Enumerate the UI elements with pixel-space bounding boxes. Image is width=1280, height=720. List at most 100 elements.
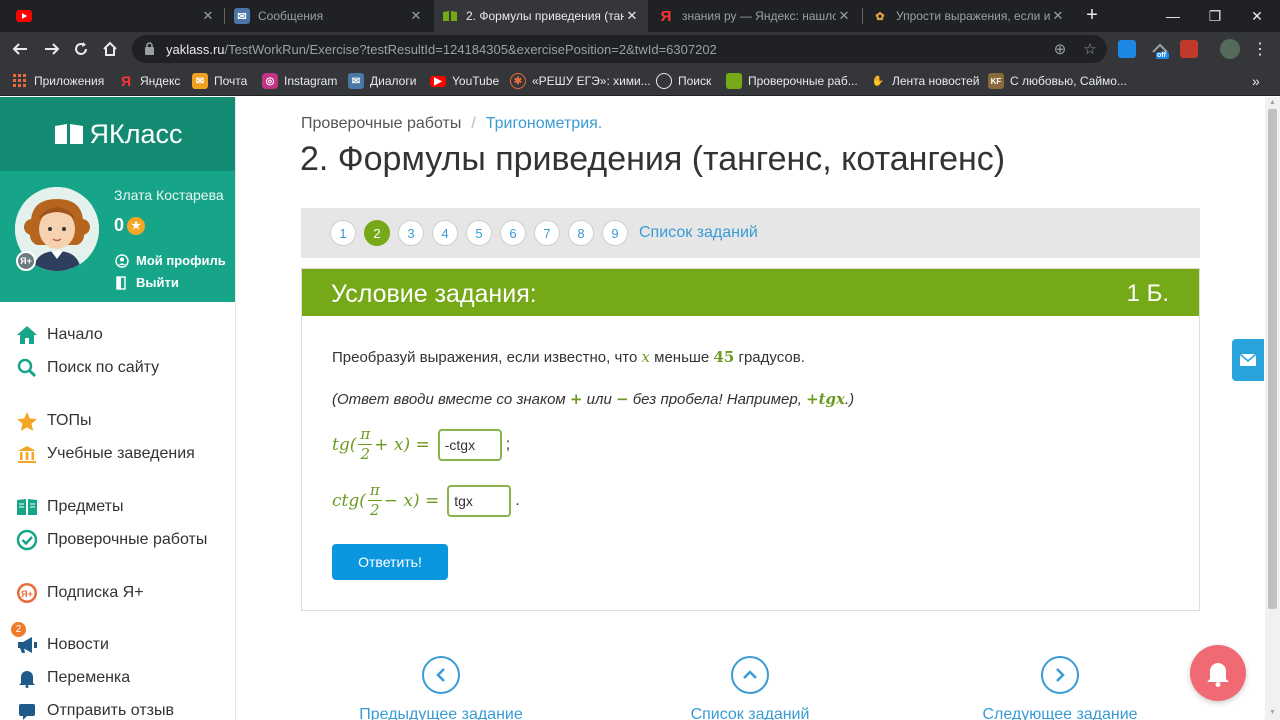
page-button-1[interactable]: 1 (330, 220, 356, 246)
tab-close-icon[interactable]: ✕ (200, 8, 216, 24)
page-scrollbar[interactable]: ▲ ▼ (1265, 97, 1280, 720)
bookmark-news[interactable]: ✋ Лента новостей (870, 71, 980, 91)
bookmark-tests[interactable]: Проверочные раб... (726, 71, 858, 91)
vpn-extension-icon[interactable]: off (1150, 40, 1169, 59)
page-button-7[interactable]: 7 (534, 220, 560, 246)
home-icon[interactable] (98, 37, 122, 61)
page-button-2-current[interactable]: 2 (364, 220, 390, 246)
next-task-nav[interactable]: Следующее задание (982, 656, 1138, 720)
znanija-favicon-icon: ✿ (875, 10, 885, 23)
answer-input-1[interactable] (437, 428, 502, 461)
task-list-nav[interactable]: Список заданий (690, 656, 810, 720)
bookmark-yandex[interactable]: Я Яндекс (118, 71, 180, 91)
page-title: 2. Формулы приведения (тангенс, котанген… (300, 140, 1006, 178)
reload-icon[interactable] (69, 37, 93, 61)
profile-avatar-icon[interactable] (1220, 39, 1240, 59)
sidebar-item-search[interactable]: Поиск по сайту (16, 356, 159, 380)
fraction: π 2 (358, 427, 373, 462)
sidebar-item-break[interactable]: Переменка (16, 666, 130, 690)
logout-link[interactable]: Выйти (114, 275, 179, 290)
bookmark-search[interactable]: Поиск (656, 71, 711, 91)
notifications-bell-button[interactable] (1190, 645, 1246, 701)
bookmark-mail[interactable]: ✉ Почта (192, 71, 247, 91)
tab-close-icon[interactable]: ✕ (624, 8, 640, 24)
fraction-denominator: 2 (370, 501, 380, 519)
star-icon (16, 410, 38, 432)
hint-text: без пробела! Например, (628, 391, 807, 408)
extension-photo-icon[interactable] (1180, 40, 1198, 58)
page-button-4[interactable]: 4 (432, 220, 458, 246)
envelope-icon (1239, 353, 1257, 366)
tab-close-icon[interactable]: ✕ (1050, 8, 1066, 24)
bookmark-dialogs[interactable]: ✉ Диалоги (348, 71, 416, 91)
page-button-8[interactable]: 8 (568, 220, 594, 246)
scrollbar-thumb[interactable] (1268, 109, 1277, 609)
tab-close-icon[interactable]: ✕ (836, 8, 852, 24)
tab-yandex[interactable]: Я знания ру — Яндекс: нашлос ✕ (650, 0, 860, 32)
breadcrumb-current[interactable]: Тригонометрия. (486, 115, 602, 133)
vk-messages-favicon-icon: ✉ (234, 8, 250, 24)
tab-title: Сообщения (258, 9, 324, 23)
tab-close-icon[interactable]: ✕ (408, 8, 424, 24)
scroll-up-arrow-icon[interactable]: ▲ (1268, 99, 1277, 107)
bookmark-reshu-ege[interactable]: ✱ «РЕШУ ЕГЭ»: хими... (510, 71, 651, 91)
browser-toolbar: yaklass.ru/TestWorkRun/Exercise?testResu… (0, 32, 1280, 66)
page-button-9[interactable]: 9 (602, 220, 628, 246)
my-profile-link[interactable]: Мой профиль (114, 253, 226, 268)
bookmark-apps[interactable]: Приложения (12, 71, 104, 91)
bell-icon (1207, 663, 1229, 687)
previous-task-nav[interactable]: Предыдущее задание (359, 656, 523, 720)
megaphone-icon (16, 634, 38, 656)
bookmark-label: Проверочные раб... (748, 74, 858, 88)
bookmark-star-icon[interactable]: ☆ (1080, 40, 1100, 60)
youtube-favicon-icon (16, 8, 32, 24)
sidebar-item-home[interactable]: Начало (16, 323, 103, 347)
sidebar-item-label: Отправить отзыв (47, 702, 174, 719)
close-window-icon[interactable]: ✕ (1234, 0, 1280, 32)
feedback-mail-button[interactable] (1232, 339, 1264, 381)
sidebar-item-feedback[interactable]: Отправить отзыв (16, 699, 174, 720)
forward-arrow-icon[interactable] (40, 37, 64, 61)
bookmark-instagram[interactable]: ◎ Instagram (262, 71, 337, 91)
chevron-up-icon (731, 656, 769, 694)
restore-window-icon[interactable]: ❐ (1192, 0, 1238, 32)
task-statement: Преобразуй выражения, если известно, что… (332, 348, 805, 366)
logo[interactable]: ЯКласс (0, 97, 235, 171)
task-list-link[interactable]: Список заданий (639, 224, 758, 242)
tab-znanija[interactable]: ✿ Упрости выражения, если из ✕ (864, 0, 1074, 32)
more-bookmarks-icon[interactable]: » (1252, 71, 1260, 91)
youtube-icon: ▶ (430, 75, 446, 87)
back-arrow-icon[interactable] (8, 37, 32, 61)
new-tab-icon[interactable]: + (1082, 4, 1102, 28)
points-value: 0 (114, 215, 125, 235)
yandex-icon: Я (120, 73, 132, 89)
page-button-6[interactable]: 6 (500, 220, 526, 246)
tab-messages[interactable]: ✉ Сообщения ✕ (226, 0, 432, 32)
reshu-ege-icon: ✱ (510, 73, 526, 89)
page-button-3[interactable]: 3 (398, 220, 424, 246)
sidebar-item-tests[interactable]: Проверочные работы (16, 528, 207, 552)
sidebar-item-subscription[interactable]: Я+ Подписка Я+ (16, 581, 144, 605)
sidebar-item-subjects[interactable]: Предметы (16, 495, 123, 519)
bookmark-youtube[interactable]: ▶ YouTube (430, 71, 499, 91)
bookmark-kf[interactable]: KF С любовью, Саймо... (988, 71, 1127, 91)
breadcrumb-root[interactable]: Проверочные работы (301, 115, 461, 133)
sidebar-item-institutions[interactable]: Учебные заведения (16, 442, 195, 466)
extension-blue-icon[interactable] (1118, 40, 1136, 58)
page-button-5[interactable]: 5 (466, 220, 492, 246)
scroll-down-arrow-icon[interactable]: ▼ (1268, 709, 1277, 717)
sidebar-item-tops[interactable]: ТОПы (16, 409, 92, 433)
extension-badge: off (1157, 52, 1166, 59)
address-bar[interactable]: yaklass.ru/TestWorkRun/Exercise?testResu… (132, 35, 1107, 63)
star-coin-icon: ★ (127, 216, 146, 235)
sidebar-item-news[interactable]: Новости (16, 633, 109, 657)
answer-input-2[interactable] (447, 484, 512, 517)
submit-answer-button[interactable]: Ответить! (332, 544, 448, 580)
menu-kebab-icon[interactable]: ⋮ (1248, 37, 1272, 61)
check-circle-icon (16, 529, 38, 551)
tab-youtube[interactable]: ✕ (8, 0, 224, 32)
user-circle-icon (114, 253, 129, 268)
minimize-icon[interactable]: — (1150, 0, 1196, 32)
add-circle-icon[interactable]: ⊕ (1050, 40, 1070, 60)
tab-yaklass-active[interactable]: 2. Формулы приведения (тан ✕ (434, 0, 648, 32)
